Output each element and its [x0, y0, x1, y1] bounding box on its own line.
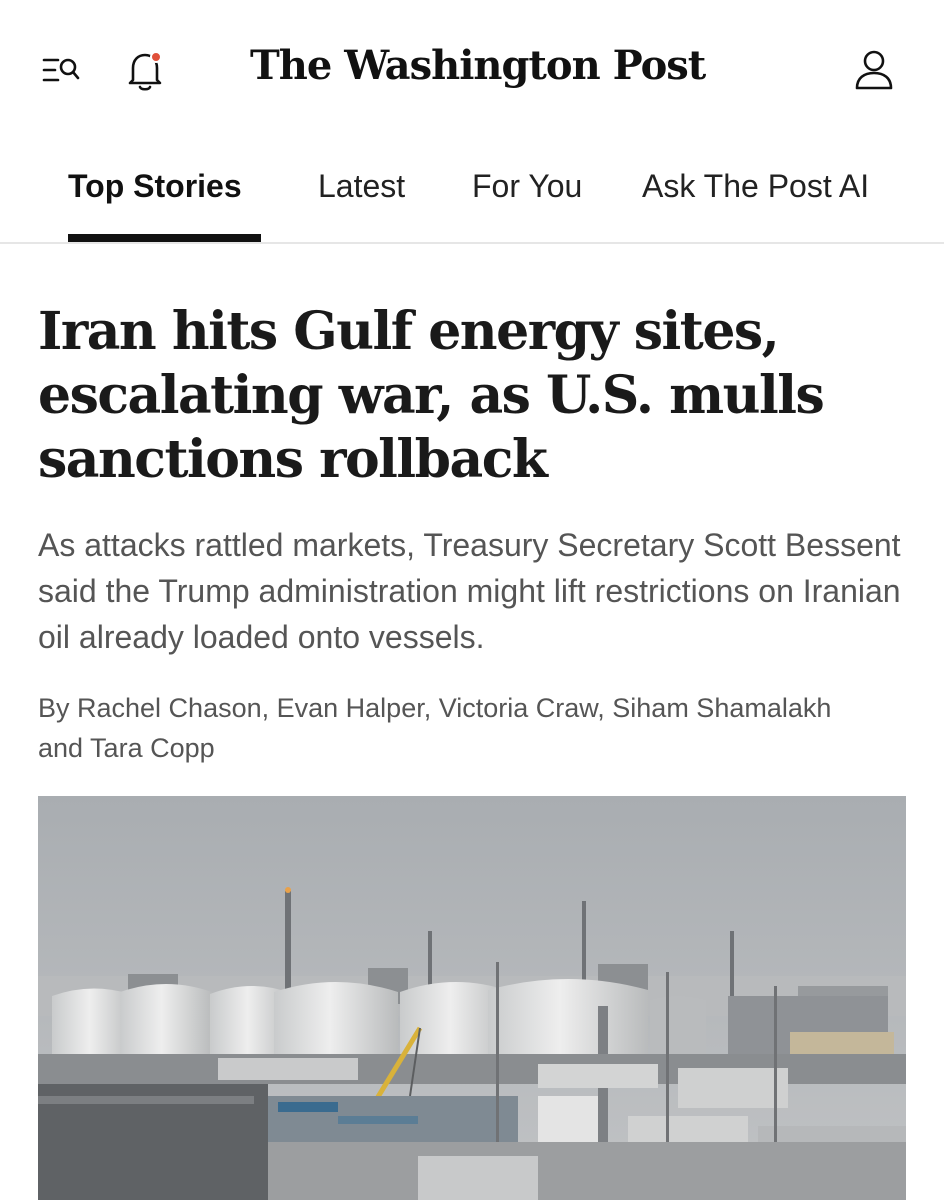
- tab-latest[interactable]: Latest: [318, 162, 405, 210]
- notifications-button[interactable]: [122, 48, 168, 96]
- tab-top-stories[interactable]: Top Stories: [68, 162, 242, 210]
- notification-dot: [150, 50, 162, 63]
- tab-for-you[interactable]: For You: [472, 162, 582, 210]
- industrial-facility-image: [38, 796, 906, 1200]
- section-tabs: Top Stories Latest For You Ask The Post …: [0, 140, 944, 244]
- article-byline: By Rachel Chason, Evan Halper, Victoria …: [38, 693, 832, 763]
- bell-icon: [123, 47, 167, 98]
- user-icon: [851, 46, 897, 99]
- active-tab-indicator: [68, 234, 261, 242]
- article-headline[interactable]: Iran hits Gulf energy sites, escalating …: [38, 300, 908, 492]
- tab-ask-the-post-ai[interactable]: Ask The Post AI: [642, 162, 869, 210]
- article-dek: As attacks rattled markets, Treasury Sec…: [38, 527, 901, 655]
- menu-search-icon: [38, 50, 82, 95]
- article-photo[interactable]: [38, 796, 906, 1200]
- app-header: The Washington Post: [0, 0, 944, 140]
- menu-search-button[interactable]: [36, 50, 84, 94]
- site-logo[interactable]: The Washington Post: [250, 42, 706, 89]
- profile-button[interactable]: [848, 46, 900, 98]
